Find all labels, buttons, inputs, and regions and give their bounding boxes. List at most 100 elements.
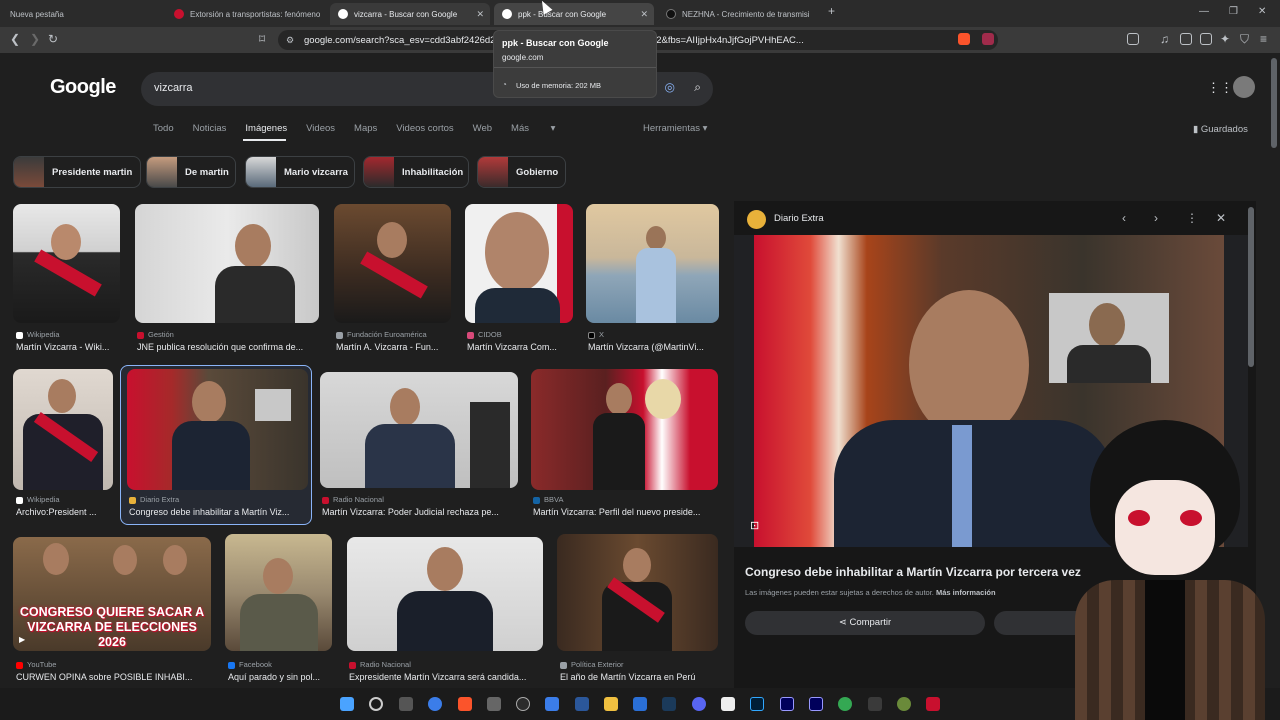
tab-vizcarra[interactable]: vizcarra - Buscar con Google ✕ xyxy=(330,3,490,25)
bookmark-icon[interactable]: ⌑ xyxy=(259,32,265,46)
reload-icon[interactable]: ↻ xyxy=(48,32,58,46)
result-image[interactable] xyxy=(586,204,719,323)
wallet-icon[interactable] xyxy=(1200,33,1212,45)
tab-ppk[interactable]: ppk - Buscar con Google ✕ xyxy=(494,3,654,25)
steam-icon[interactable] xyxy=(662,697,676,711)
result-image[interactable] xyxy=(557,534,718,651)
result-caption[interactable]: Martín Vizcarra: Perfil del nuevo presid… xyxy=(533,507,718,517)
panel-title[interactable]: Congreso debe inhabilitar a Martín Vizca… xyxy=(745,565,1081,579)
back-icon[interactable]: ❮ xyxy=(10,32,20,46)
store-icon[interactable] xyxy=(633,697,647,711)
search-icon[interactable]: ⌕ xyxy=(694,80,701,95)
chrome-icon[interactable] xyxy=(838,697,852,711)
task-view-icon[interactable] xyxy=(399,697,413,711)
discord-icon[interactable] xyxy=(692,697,706,711)
result-image[interactable] xyxy=(127,369,308,490)
app-icon[interactable] xyxy=(868,697,882,711)
forward-icon[interactable]: ❯ xyxy=(30,32,40,46)
saved-button[interactable]: ▮ Guardados xyxy=(1193,124,1248,135)
tab-imagenes[interactable]: Imágenes xyxy=(245,123,287,134)
brave-icon[interactable] xyxy=(458,697,472,711)
result-caption[interactable]: Martín Vizcarra: Poder Judicial rechaza … xyxy=(322,507,518,517)
tab-mas[interactable]: Más ▾ xyxy=(511,123,555,134)
result-caption[interactable]: Martín Vizcarra Com... xyxy=(467,342,573,352)
result-image[interactable] xyxy=(135,204,319,323)
brave-rewards-icon[interactable] xyxy=(982,33,994,45)
menu-icon[interactable]: ≡ xyxy=(1260,32,1267,46)
site-info-icon[interactable]: ⚙ xyxy=(286,35,294,46)
result-image[interactable] xyxy=(13,369,113,490)
tab-extorsion[interactable]: Extorsión a transportistas: fenómeno xyxy=(166,3,326,25)
google-logo[interactable]: Google xyxy=(50,76,116,99)
result-image[interactable] xyxy=(531,369,718,490)
result-image[interactable] xyxy=(334,204,451,323)
chip-inhabilitacion[interactable]: Inhabilitación xyxy=(363,156,469,188)
result-image[interactable] xyxy=(347,537,543,651)
vpn-icon[interactable] xyxy=(926,697,940,711)
previous-icon[interactable]: ‹ xyxy=(1122,211,1126,225)
start-icon[interactable] xyxy=(340,697,354,711)
tools-button[interactable]: Herramientas ▾ xyxy=(643,123,707,134)
result-caption[interactable]: Martín Vizcarra - Wiki... xyxy=(16,342,120,352)
chip-gobierno[interactable]: Gobierno xyxy=(477,156,566,188)
result-caption[interactable]: Martín A. Vizcarra - Fun... xyxy=(336,342,451,352)
notepad-icon[interactable] xyxy=(545,697,559,711)
close-tab-icon[interactable]: ✕ xyxy=(640,9,648,20)
tab-new-tab[interactable]: Nueva pestaña xyxy=(2,3,162,25)
vpn-icon[interactable]: ⛉ xyxy=(1240,32,1249,47)
tab-web[interactable]: Web xyxy=(473,123,492,134)
brave-shield-icon[interactable] xyxy=(958,33,970,45)
screenshot-icon[interactable] xyxy=(1127,33,1139,45)
apps-grid-icon[interactable]: ⋮⋮ xyxy=(1207,80,1233,96)
close-window-icon[interactable]: ✕ xyxy=(1258,6,1266,17)
result-image[interactable] xyxy=(465,204,573,323)
share-button[interactable]: ⋖ Compartir xyxy=(745,611,985,635)
more-info-link[interactable]: Más información xyxy=(936,588,996,597)
google-lens-icon[interactable]: ◎ xyxy=(665,80,675,94)
result-image[interactable] xyxy=(13,204,120,323)
result-image[interactable] xyxy=(320,372,518,488)
music-icon[interactable]: ♫ xyxy=(1160,32,1169,46)
usb-icon[interactable] xyxy=(487,697,501,711)
audition-icon[interactable] xyxy=(780,697,794,711)
chip-presidente-martin[interactable]: Presidente martin xyxy=(13,156,141,188)
more-options-icon[interactable]: ⋮ xyxy=(1186,211,1198,225)
copilot-icon[interactable] xyxy=(428,697,442,711)
result-caption[interactable]: CURWEN OPINA sobre POSIBLE INHABI... xyxy=(16,672,211,682)
tab-maps[interactable]: Maps xyxy=(354,123,377,134)
search-icon[interactable] xyxy=(369,697,383,711)
page-scrollbar[interactable] xyxy=(1271,58,1277,148)
lens-search-icon[interactable]: ⊡ xyxy=(750,519,759,532)
result-caption[interactable]: Congreso debe inhabilitar a Martín Viz..… xyxy=(129,507,306,517)
close-panel-icon[interactable]: ✕ xyxy=(1216,211,1226,225)
sidebar-icon[interactable] xyxy=(1180,33,1192,45)
chip-mario-vizcarra[interactable]: Mario vizcarra xyxy=(245,156,355,188)
tab-nezhna[interactable]: NEZHNA - Crecimiento de transmisi xyxy=(658,3,818,25)
maximize-icon[interactable]: ❐ xyxy=(1229,6,1238,17)
minimize-icon[interactable]: — xyxy=(1199,6,1209,17)
word-icon[interactable] xyxy=(575,697,589,711)
new-tab-button[interactable]: + xyxy=(828,4,835,18)
result-image[interactable]: CONGRESO QUIERE SACAR A VIZCARRA DE ELEC… xyxy=(13,537,211,651)
tab-todo[interactable]: Todo xyxy=(153,123,174,134)
obs-icon[interactable] xyxy=(516,697,530,711)
close-tab-icon[interactable]: ✕ xyxy=(476,9,484,20)
panel-source[interactable]: Diario Extra xyxy=(774,213,824,224)
tab-noticias[interactable]: Noticias xyxy=(193,123,227,134)
result-caption[interactable]: Aquí parado y sin pol... xyxy=(228,672,332,682)
result-caption[interactable]: Archivo:President ... xyxy=(16,507,113,517)
tab-videos-cortos[interactable]: Videos cortos xyxy=(396,123,453,134)
account-avatar[interactable] xyxy=(1233,76,1255,98)
premiere-icon[interactable] xyxy=(809,697,823,711)
search-input[interactable]: vizcarra xyxy=(154,82,193,94)
next-icon[interactable]: › xyxy=(1154,211,1158,225)
leo-ai-icon[interactable]: ✦ xyxy=(1220,32,1230,46)
result-caption[interactable]: Expresidente Martín Vizcarra será candid… xyxy=(349,672,543,682)
result-caption[interactable]: El año de Martín Vizcarra en Perú xyxy=(560,672,718,682)
result-caption[interactable]: Martín Vizcarra (@MartinVi... xyxy=(588,342,719,352)
capcut-icon[interactable] xyxy=(721,697,735,711)
tab-videos[interactable]: Videos xyxy=(306,123,335,134)
result-caption[interactable]: JNE publica resolución que confirma de..… xyxy=(137,342,319,352)
result-image[interactable] xyxy=(225,534,332,651)
app-icon[interactable] xyxy=(897,697,911,711)
